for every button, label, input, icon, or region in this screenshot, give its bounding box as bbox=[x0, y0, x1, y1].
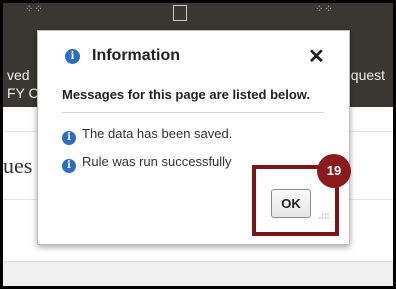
message-text: Rule was run successfully bbox=[82, 154, 232, 169]
message-item: i Rule was run successfully bbox=[62, 154, 232, 173]
message-item: i The data has been saved. bbox=[62, 126, 232, 145]
header-text-left-2: FY C bbox=[7, 85, 39, 101]
message-text: The data has been saved. bbox=[82, 126, 233, 141]
page-footer-bar bbox=[3, 261, 393, 286]
info-icon: i bbox=[62, 131, 76, 145]
info-icon: i bbox=[65, 49, 80, 64]
dialog-title: Information bbox=[92, 47, 180, 64]
hierarchy-icon[interactable] bbox=[173, 5, 187, 21]
step-number-badge: 19 bbox=[317, 154, 351, 188]
divider bbox=[62, 112, 324, 113]
close-button[interactable]: ✕ bbox=[308, 44, 325, 69]
dialog-subtitle: Messages for this page are listed below. bbox=[62, 87, 311, 102]
page-heading-partial: ues bbox=[3, 153, 33, 178]
screenshot-frame: ⁘⁘ ⁘⁘ ved FY C equest ues i Information … bbox=[3, 3, 393, 286]
header-text-left: ved bbox=[7, 67, 30, 83]
info-icon: i bbox=[62, 159, 76, 173]
grid-icon[interactable]: ⁘⁘ bbox=[25, 5, 43, 21]
grid-icon[interactable]: ⁘⁘ bbox=[315, 5, 333, 21]
